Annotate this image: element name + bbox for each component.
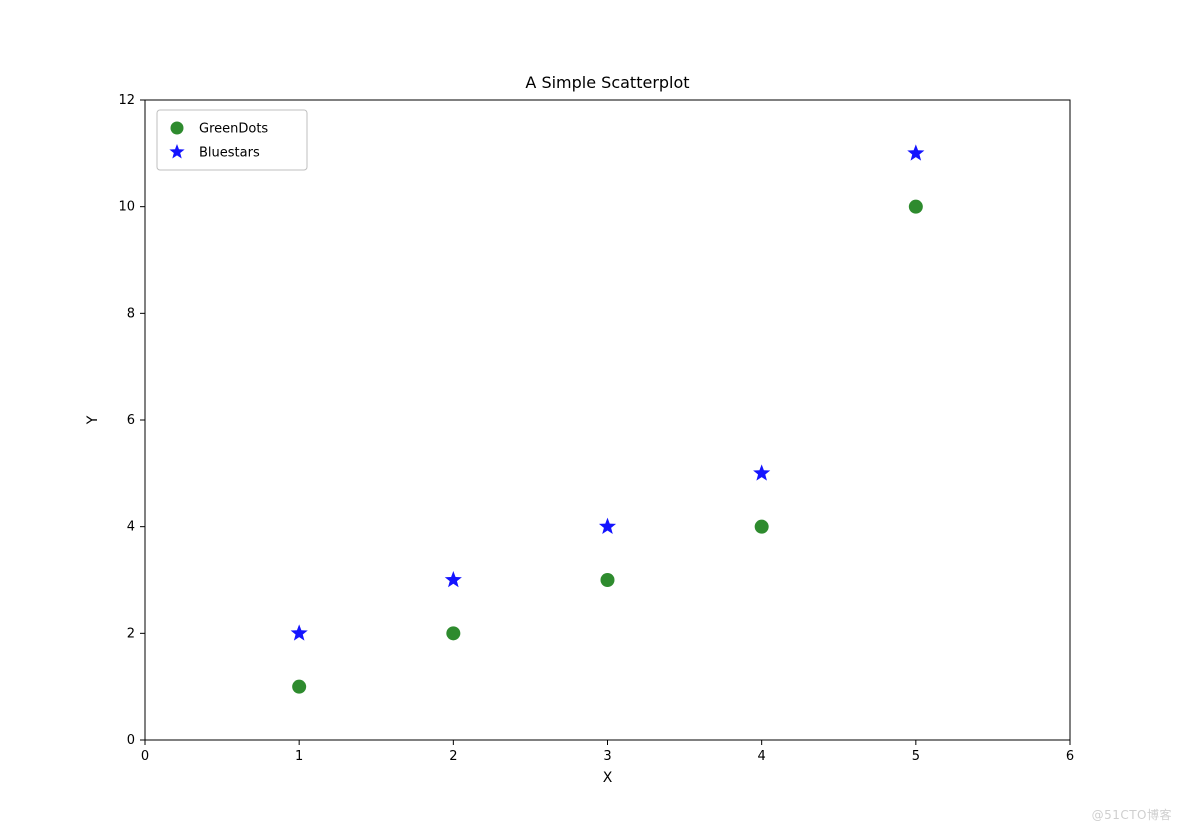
y-tick-label: 10 bbox=[118, 200, 135, 215]
data-point-circle bbox=[601, 573, 615, 587]
data-point-circle bbox=[755, 520, 769, 534]
chart-svg: 0123456024681012XYA Simple ScatterplotGr… bbox=[0, 0, 1184, 829]
chart-title: A Simple Scatterplot bbox=[525, 73, 689, 92]
data-point-circle bbox=[292, 680, 306, 694]
x-tick-label: 5 bbox=[912, 749, 920, 764]
y-tick-label: 0 bbox=[127, 733, 135, 748]
watermark: @51CTO博客 bbox=[1092, 806, 1172, 823]
data-point-circle bbox=[446, 626, 460, 640]
scatter-chart: 0123456024681012XYA Simple ScatterplotGr… bbox=[0, 0, 1184, 829]
data-point-star bbox=[907, 144, 924, 160]
legend-box bbox=[157, 110, 307, 170]
legend-label: Bluestars bbox=[199, 146, 260, 161]
data-point-circle bbox=[909, 200, 923, 214]
x-tick-label: 1 bbox=[295, 749, 303, 764]
y-tick-label: 6 bbox=[127, 413, 135, 428]
y-tick-label: 8 bbox=[127, 306, 135, 321]
data-point-star bbox=[753, 464, 770, 480]
y-tick-label: 4 bbox=[127, 520, 135, 535]
x-axis-label: X bbox=[603, 770, 613, 786]
plot-border bbox=[145, 100, 1070, 740]
data-point-star bbox=[445, 571, 462, 587]
y-axis-label: Y bbox=[85, 415, 101, 425]
data-point-star bbox=[291, 624, 308, 640]
data-point-star bbox=[599, 518, 616, 534]
x-tick-label: 4 bbox=[758, 749, 766, 764]
x-tick-label: 2 bbox=[449, 749, 457, 764]
y-tick-label: 2 bbox=[127, 626, 135, 641]
legend-marker-circle bbox=[171, 122, 184, 135]
legend-label: GreenDots bbox=[199, 122, 268, 137]
x-tick-label: 6 bbox=[1066, 749, 1074, 764]
x-tick-label: 3 bbox=[603, 749, 611, 764]
y-tick-label: 12 bbox=[118, 93, 135, 108]
x-tick-label: 0 bbox=[141, 749, 149, 764]
